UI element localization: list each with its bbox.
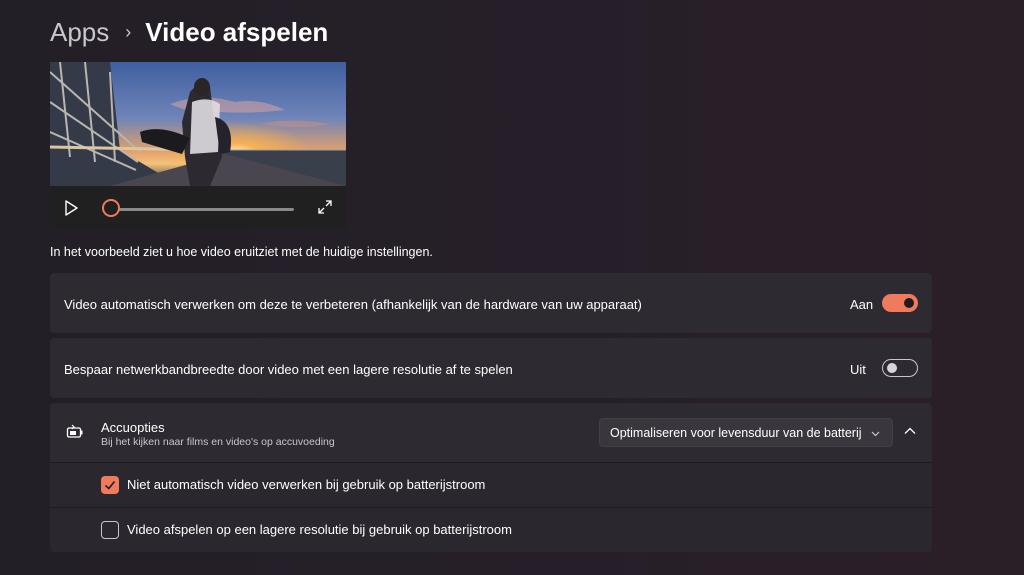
- setting-auto-process-label: Video automatisch verwerken om deze te v…: [64, 297, 642, 312]
- video-controls: [50, 186, 346, 229]
- page-title: Video afspelen: [145, 16, 329, 47]
- seek-thumb[interactable]: [102, 199, 120, 217]
- lower-resolution-checkbox[interactable]: [101, 521, 119, 539]
- battery-options-header[interactable]: Accuopties Bij het kijken naar films en …: [50, 403, 932, 462]
- battery-options-title: Accuopties: [101, 420, 165, 435]
- no-auto-process-checkbox[interactable]: [101, 476, 119, 494]
- video-preview-frame[interactable]: [50, 62, 346, 186]
- checkmark-icon: [104, 480, 116, 490]
- video-preview-image: [50, 62, 346, 186]
- chevron-down-icon: [871, 431, 880, 437]
- setting-save-bandwidth-state: Uit: [850, 362, 866, 377]
- battery-options-panel: Accuopties Bij het kijken naar films en …: [50, 403, 932, 552]
- battery-options-subtitle: Bij het kijken naar films en video's op …: [101, 436, 335, 448]
- breadcrumb-separator: ›: [125, 21, 132, 42]
- auto-process-toggle[interactable]: [882, 294, 918, 312]
- save-bandwidth-toggle[interactable]: [882, 359, 918, 377]
- battery-mode-dropdown[interactable]: Optimaliseren voor levensduur van de bat…: [599, 418, 893, 447]
- video-preview: [50, 62, 346, 229]
- toggle-knob: [904, 298, 914, 308]
- setting-auto-process: Video automatisch verwerken om deze te v…: [50, 273, 932, 333]
- fullscreen-icon[interactable]: [317, 199, 333, 215]
- lower-resolution-label: Video afspelen op een lagere resolutie b…: [127, 522, 512, 537]
- battery-option-row: Video afspelen op een lagere resolutie b…: [50, 507, 932, 552]
- toggle-knob: [887, 363, 897, 373]
- battery-saver-icon: [66, 424, 83, 438]
- battery-mode-value: Optimaliseren voor levensduur van de bat…: [610, 426, 862, 440]
- battery-option-row: Niet automatisch video verwerken bij geb…: [50, 462, 932, 508]
- no-auto-process-label: Niet automatisch video verwerken bij geb…: [127, 477, 486, 492]
- setting-save-bandwidth-label: Bespaar netwerkbandbreedte door video me…: [64, 362, 513, 377]
- setting-auto-process-state: Aan: [850, 297, 874, 312]
- play-icon[interactable]: [62, 199, 80, 217]
- chevron-up-icon[interactable]: [903, 424, 917, 438]
- setting-save-bandwidth: Bespaar netwerkbandbreedte door video me…: [50, 338, 932, 398]
- seek-bar[interactable]: [112, 208, 294, 211]
- breadcrumb-apps-link[interactable]: Apps: [50, 17, 109, 48]
- preview-description: In het voorbeeld ziet u hoe video eruitz…: [50, 245, 433, 259]
- breadcrumb: Apps › Video afspelen: [50, 14, 328, 50]
